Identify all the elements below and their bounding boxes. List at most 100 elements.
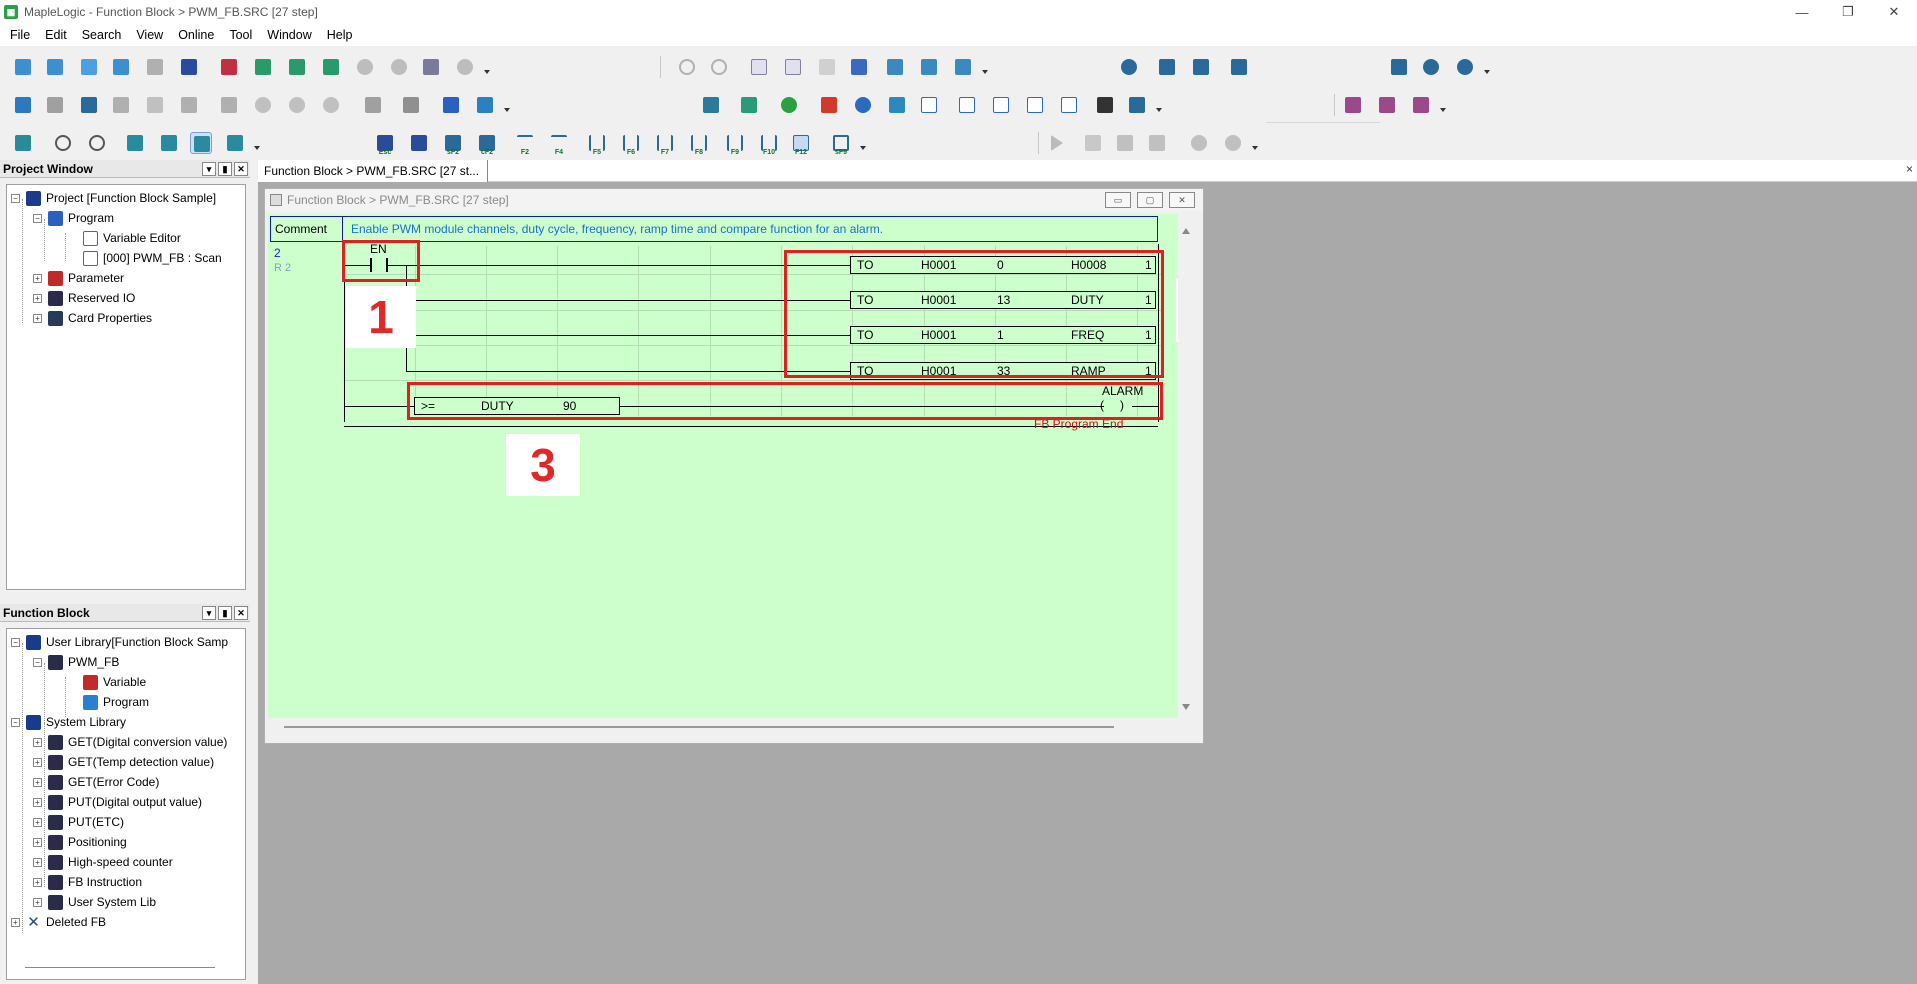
hammer-icon[interactable] bbox=[1114, 132, 1136, 154]
menu-view[interactable]: View bbox=[136, 28, 163, 42]
key-icon[interactable] bbox=[1126, 94, 1148, 116]
lock-icon[interactable] bbox=[362, 94, 384, 116]
tree-item-variable-editor[interactable]: Variable Editor bbox=[83, 229, 181, 247]
panel-menu-button[interactable]: ▾ bbox=[202, 162, 216, 176]
tree-item-card-properties[interactable]: + Card Properties bbox=[33, 309, 152, 327]
undo-icon[interactable] bbox=[676, 56, 698, 78]
tab-pwm-fb[interactable]: Function Block > PWM_FB.SRC [27 st... bbox=[258, 160, 489, 182]
instruction-icon[interactable]: F12 bbox=[790, 132, 812, 156]
tree-item-fb-instruction[interactable]: + FB Instruction bbox=[33, 873, 142, 891]
tree-item-user-library[interactable]: − User Library[Function Block Samp bbox=[11, 633, 228, 651]
ladder-list-icon[interactable] bbox=[158, 132, 180, 154]
panel-close-button[interactable]: ✕ bbox=[234, 162, 248, 176]
menu-online[interactable]: Online bbox=[178, 28, 214, 42]
zoom-in-icon[interactable] bbox=[52, 132, 74, 154]
breakpoint-clear-icon[interactable] bbox=[1222, 132, 1244, 154]
forward-icon[interactable] bbox=[78, 94, 100, 116]
ladder-comment-icon[interactable] bbox=[224, 132, 246, 154]
connect-icon[interactable] bbox=[1118, 56, 1140, 78]
reset-icon[interactable] bbox=[1454, 56, 1476, 78]
panel-pin-button[interactable]: ▮ bbox=[218, 606, 232, 620]
paste-icon[interactable] bbox=[816, 56, 838, 78]
program-export-icon[interactable] bbox=[320, 56, 342, 78]
calculator-icon[interactable] bbox=[886, 94, 908, 116]
upload-icon[interactable] bbox=[388, 56, 410, 78]
child-minimize-button[interactable]: ▭ bbox=[1105, 192, 1131, 208]
tree-item-program[interactable]: − Program bbox=[33, 209, 114, 227]
capture-icon[interactable] bbox=[110, 94, 132, 116]
function-icon[interactable]: sF9 bbox=[830, 132, 852, 156]
ladder-view-icon[interactable] bbox=[124, 132, 146, 154]
delete-icon[interactable] bbox=[848, 56, 870, 78]
panel-menu-button[interactable]: ▾ bbox=[202, 606, 216, 620]
tree-item-parameter[interactable]: + Parameter bbox=[33, 269, 124, 287]
info-icon[interactable] bbox=[400, 94, 422, 116]
tree-item-pwm-fb[interactable]: − PWM_FB bbox=[33, 653, 119, 671]
breakpoint-icon[interactable] bbox=[1188, 132, 1210, 154]
grid-icon[interactable] bbox=[218, 56, 240, 78]
open-project-icon[interactable] bbox=[44, 56, 66, 78]
child-close-button[interactable]: ✕ bbox=[1169, 192, 1195, 208]
run-icon[interactable] bbox=[1048, 132, 1070, 154]
tree-item-get-digital[interactable]: + GET(Digital conversion value) bbox=[33, 733, 227, 751]
doc-icon[interactable] bbox=[144, 94, 166, 116]
settings-icon[interactable] bbox=[852, 94, 874, 116]
box-add-icon[interactable] bbox=[1376, 94, 1398, 116]
contact-no-icon[interactable]: F2 bbox=[514, 132, 536, 156]
edit-icon[interactable] bbox=[110, 56, 132, 78]
tree-item-get-temp[interactable]: + GET(Temp detection value) bbox=[33, 753, 214, 771]
tree-item-put-digital[interactable]: + PUT(Digital output value) bbox=[33, 793, 202, 811]
redo-icon[interactable] bbox=[708, 56, 730, 78]
io-map-icon[interactable] bbox=[700, 94, 722, 116]
tree-item-deleted-fb[interactable]: + ✕ Deleted FB bbox=[11, 913, 106, 931]
vline-icon[interactable]: F7 bbox=[654, 132, 676, 156]
zoom-out-icon[interactable] bbox=[86, 132, 108, 154]
help-icon[interactable] bbox=[454, 56, 476, 78]
pen-icon[interactable] bbox=[408, 132, 430, 154]
tree-item-project[interactable]: − Project [Function Block Sample] bbox=[11, 189, 216, 207]
download-icon[interactable] bbox=[354, 56, 376, 78]
check-icon[interactable] bbox=[1146, 132, 1168, 154]
panel-close-button[interactable]: ✕ bbox=[234, 606, 248, 620]
save-icon[interactable] bbox=[144, 56, 166, 78]
tree-item-put-etc[interactable]: + PUT(ETC) bbox=[33, 813, 124, 831]
menu-search[interactable]: Search bbox=[82, 28, 122, 42]
contact-nc2-icon[interactable]: F4 bbox=[548, 132, 570, 156]
menu-file[interactable]: File bbox=[10, 28, 30, 42]
vertical-scrollbar[interactable] bbox=[1178, 214, 1194, 718]
tree-item-variable[interactable]: Variable bbox=[83, 673, 146, 691]
tree-item-reserved-io[interactable]: + Reserved IO bbox=[33, 289, 135, 307]
tools-icon[interactable] bbox=[1094, 94, 1116, 116]
tree-item-pwm-fb-scan[interactable]: [000] PWM_FB : Scan bbox=[83, 249, 222, 267]
tree-item-high-speed-counter[interactable]: + High-speed counter bbox=[33, 853, 173, 871]
open-file-icon[interactable] bbox=[78, 56, 100, 78]
insert-program-icon[interactable] bbox=[286, 56, 308, 78]
menu-help[interactable]: Help bbox=[327, 28, 353, 42]
ladder-editor[interactable]: Comment Enable PWM module channels, duty… bbox=[268, 214, 1178, 718]
insert-row-icon[interactable] bbox=[884, 56, 906, 78]
contact-or-icon[interactable]: cF2 bbox=[476, 132, 498, 156]
falling-icon[interactable]: F6 bbox=[620, 132, 642, 156]
child-maximize-button[interactable]: ▢ bbox=[1137, 192, 1163, 208]
cut-icon[interactable] bbox=[748, 56, 770, 78]
rising-icon[interactable]: F5 bbox=[586, 132, 608, 156]
menu-edit[interactable]: Edit bbox=[45, 28, 67, 42]
panel-pin-button[interactable]: ▮ bbox=[218, 162, 232, 176]
restore-button[interactable]: ❐ bbox=[1825, 0, 1871, 24]
delete-row-icon[interactable] bbox=[918, 56, 940, 78]
add-program-icon[interactable] bbox=[252, 56, 274, 78]
write-plc-icon[interactable] bbox=[1156, 56, 1178, 78]
device-map-icon[interactable] bbox=[738, 94, 760, 116]
ladder-edit-icon[interactable] bbox=[190, 132, 212, 154]
read-plc-icon[interactable] bbox=[1190, 56, 1212, 78]
tree-item-fb-program[interactable]: Program bbox=[83, 693, 149, 711]
tab-close-button[interactable]: × bbox=[1906, 162, 1913, 176]
display-icon[interactable] bbox=[218, 94, 240, 116]
select-mode-icon[interactable]: Esc bbox=[374, 132, 396, 156]
bookmark-all-icon[interactable] bbox=[990, 94, 1012, 116]
bookmark-prev-icon[interactable] bbox=[1024, 94, 1046, 116]
trend-icon[interactable] bbox=[474, 94, 496, 116]
globe-icon[interactable] bbox=[440, 94, 462, 116]
refresh-icon[interactable] bbox=[1420, 56, 1442, 78]
user-remove-icon[interactable] bbox=[320, 94, 342, 116]
